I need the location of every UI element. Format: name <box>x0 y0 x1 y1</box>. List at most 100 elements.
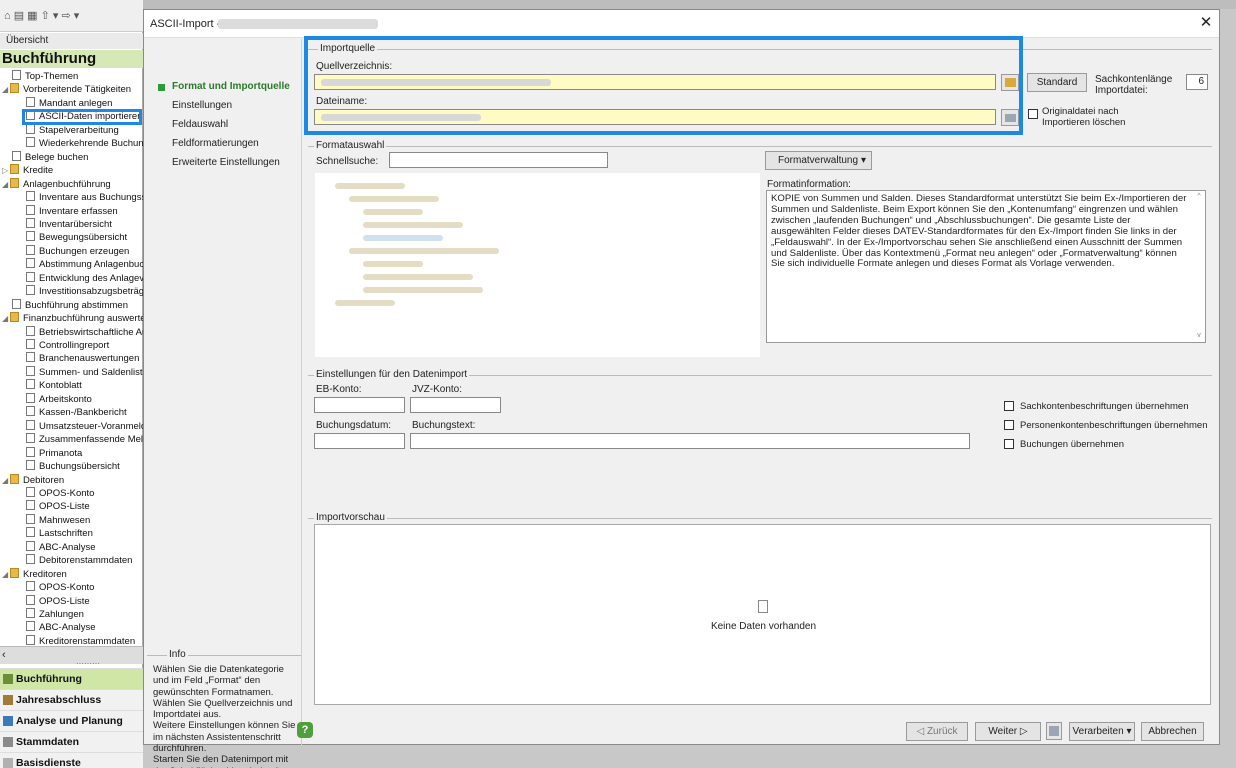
step-format-importquelle[interactable]: Format und Importquelle <box>172 81 290 92</box>
account-length-input[interactable]: 6 <box>1186 74 1208 90</box>
delete-original-checkbox[interactable] <box>1028 109 1038 119</box>
close-icon[interactable]: ✕ <box>1197 14 1215 32</box>
scroll-left-arrow[interactable]: ‹ <box>2 649 6 661</box>
tree-item[interactable]: Inventare aus Buchungssätzen <box>26 191 143 204</box>
tree-item[interactable]: ABC-Analyse <box>26 540 96 554</box>
tree-item[interactable]: ◢ Finanzbuchführung auswerten <box>2 312 143 325</box>
step-erweiterte-einstellungen[interactable]: Erweiterte Einstellungen <box>172 157 280 168</box>
tree-item[interactable]: ◢ Anlagenbuchführung <box>2 177 111 191</box>
tree-item[interactable]: Inventare erfassen <box>26 204 118 218</box>
save-disk-button[interactable] <box>1046 722 1062 740</box>
tree-item[interactable]: Investitionsabzugsbeträge <box>26 285 143 298</box>
nav-button-analyse[interactable]: Analyse und Planung <box>0 710 143 731</box>
tree-item[interactable]: Abstimmung Anlagenbuchführung <box>26 258 143 271</box>
back-button[interactable]: ◁ Zurück <box>906 722 968 741</box>
splitter-grip[interactable]: ········· <box>76 659 100 668</box>
step-einstellungen[interactable]: Einstellungen <box>172 100 232 111</box>
eb-account-input[interactable] <box>314 397 405 413</box>
tree-item[interactable]: ▷ Kredite <box>2 164 53 177</box>
tree-item[interactable]: Buchführung abstimmen <box>12 298 128 312</box>
help-button[interactable]: ? <box>297 722 313 738</box>
tree-item[interactable]: Bewegungsübersicht <box>26 231 127 244</box>
tree-item[interactable]: Controllingreport <box>26 339 109 352</box>
tree-item[interactable]: OPOS-Konto <box>26 486 94 500</box>
document-icon <box>26 433 35 444</box>
tree-item[interactable]: Zusammenfassende Meldung <box>26 433 143 446</box>
nav-button-jahresabschluss[interactable]: Jahresabschluss <box>0 689 143 710</box>
scroll-up-arrow[interactable]: ^ <box>1194 192 1204 203</box>
expander-icon[interactable]: ▷ <box>2 164 10 177</box>
tree-horizontal-scrollbar[interactable]: ‹ ········· <box>0 646 143 668</box>
cb-bookings[interactable] <box>1004 439 1014 449</box>
tree-item[interactable]: Stapelverarbeitung <box>26 123 119 137</box>
tree-item[interactable]: ◢ Vorbereitende Tätigkeiten <box>2 83 131 96</box>
tree-item[interactable]: OPOS-Liste <box>26 594 90 608</box>
expander-icon[interactable]: ◢ <box>2 178 10 191</box>
document-icon <box>26 608 35 618</box>
cb-account-labels[interactable] <box>1004 401 1014 411</box>
tree-item[interactable]: OPOS-Konto <box>26 581 94 594</box>
quicksearch-input[interactable] <box>389 152 608 168</box>
tree-item[interactable]: Kassen-/Bankbericht <box>26 406 127 419</box>
nav-button-stammdaten[interactable]: Stammdaten <box>0 731 143 752</box>
tree-item-label: Inventarübersicht <box>39 218 112 230</box>
tree-item-label: Kredite <box>23 165 54 177</box>
booking-date-input[interactable] <box>314 433 405 449</box>
document-icon <box>26 258 35 269</box>
nav-button-buchfuehrung[interactable]: Buchführung <box>0 668 143 689</box>
tree-item[interactable]: Kreditorenstammdaten <box>26 634 135 646</box>
tree-item[interactable]: Kontoblatt <box>26 379 82 392</box>
tree-item[interactable]: Lastschriften <box>26 527 93 540</box>
process-button[interactable]: Verarbeiten ▾ <box>1069 722 1135 741</box>
standard-button[interactable]: Standard <box>1027 73 1087 92</box>
tree-item[interactable]: Umsatzsteuer-Voranmeldung <box>26 419 143 433</box>
dialog-titlebar[interactable]: ASCII-Import - ✕ <box>144 10 1219 38</box>
import-settings-legend: Einstellungen für den Datenimport <box>314 369 470 380</box>
step-feldformatierungen[interactable]: Feldformatierungen <box>172 138 259 149</box>
tree-item[interactable]: ◢ Kreditoren <box>2 567 67 581</box>
tree-item-label: Umsatzsteuer-Voranmeldung <box>39 420 143 432</box>
import-preview-area[interactable]: Keine Daten vorhanden <box>314 524 1211 705</box>
overview-tab[interactable]: Übersicht <box>0 33 143 49</box>
tree-item-label: OPOS-Liste <box>39 595 90 607</box>
scroll-down-arrow[interactable]: v <box>1194 331 1204 342</box>
expander-icon[interactable]: ◢ <box>2 568 10 581</box>
quick-access-toolbar[interactable]: ⌂ ▤ ▦ ⇧ ▾ ⇨ ▾ <box>0 0 143 32</box>
tree-item[interactable]: Mahnwesen <box>26 513 90 527</box>
tree-item[interactable]: ABC-Analyse <box>26 621 96 634</box>
dialog-title: ASCII-Import - <box>150 18 221 30</box>
expander-icon[interactable]: ◢ <box>2 83 10 96</box>
tree-item[interactable]: Buchungen erzeugen <box>26 244 129 258</box>
tree-item[interactable]: Buchungsübersicht <box>26 460 120 473</box>
tree-item[interactable]: Inventarübersicht <box>26 217 112 231</box>
tree-item[interactable]: Debitorenstammdaten <box>26 554 132 567</box>
format-tree[interactable] <box>315 173 760 357</box>
tree-item[interactable]: Summen- und Saldenliste <box>26 365 143 379</box>
format-management-button[interactable]: Formatverwaltung ▾ <box>765 151 872 170</box>
tree-item[interactable]: Top-Themen <box>12 70 78 83</box>
tree-item[interactable]: Arbeitskonto <box>26 392 92 406</box>
textarea-scrollbar[interactable]: ^ v <box>1194 192 1204 342</box>
jvz-account-input[interactable] <box>410 397 501 413</box>
nav-button-basisdienste[interactable]: Basisdienste <box>0 752 143 768</box>
booking-text-input[interactable] <box>410 433 970 449</box>
tree-item[interactable]: Branchenauswertungen <box>26 352 139 365</box>
tree-item[interactable]: Mandant anlegen <box>26 96 112 110</box>
cancel-button[interactable]: Abbrechen <box>1141 722 1204 741</box>
tree-item[interactable]: OPOS-Liste <box>26 500 90 513</box>
tree-item[interactable]: ◢ Debitoren <box>2 473 64 487</box>
tree-item[interactable]: Belege buchen <box>12 150 88 164</box>
tree-item[interactable]: Entwicklung des Anlagevermögens <box>26 271 143 285</box>
format-info-textarea[interactable]: KOPIE von Summen und Salden. Dieses Stan… <box>766 190 1206 343</box>
tree-item-label: Top-Themen <box>25 71 79 82</box>
quick-access-icons[interactable]: ⌂ ▤ ▦ ⇧ ▾ ⇨ ▾ <box>4 9 79 22</box>
tree-item[interactable]: Zahlungen <box>26 608 84 621</box>
step-feldauswahl[interactable]: Feldauswahl <box>172 119 228 130</box>
tree-item[interactable]: Betriebswirtschaftliche Auswertungen <box>26 325 143 339</box>
tree-item[interactable]: Wiederkehrende Buchungen <box>26 137 143 150</box>
tree-item[interactable]: Primanota <box>26 446 82 460</box>
cb-person-labels[interactable] <box>1004 420 1014 430</box>
next-button[interactable]: Weiter ▷ <box>975 722 1041 741</box>
expander-icon[interactable]: ◢ <box>2 312 10 325</box>
expander-icon[interactable]: ◢ <box>2 474 10 487</box>
